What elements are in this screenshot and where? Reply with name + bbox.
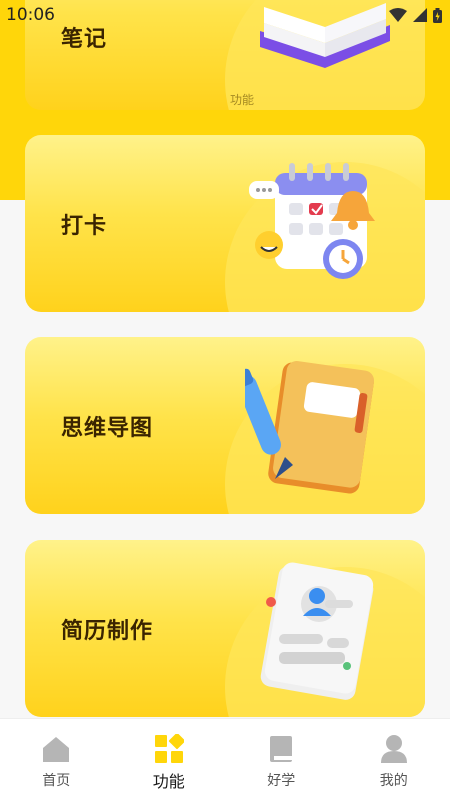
feature-card-label: 打卡: [61, 213, 108, 239]
battery-icon: [433, 7, 442, 23]
calendar-clock-icon: [245, 151, 395, 299]
home-icon: [41, 734, 71, 764]
tab-label: 功能: [152, 772, 185, 791]
tab-label: 我的: [379, 773, 408, 789]
status-icons: [389, 7, 442, 23]
wifi-icon: [389, 8, 407, 22]
feature-card-label: 思维导图: [61, 415, 154, 441]
tab-home[interactable]: 首页: [0, 719, 113, 800]
bottom-tab-bar: 首页 功能 好学 我的: [0, 718, 450, 800]
book-icon: [266, 734, 296, 764]
notebook-pen-icon: [236, 353, 395, 501]
grid-icon: [154, 734, 184, 764]
feature-card-label: 简历制作: [61, 618, 154, 644]
status-bar: 10:06: [0, 0, 450, 30]
user-icon: [379, 734, 409, 764]
tab-label: 首页: [42, 773, 71, 789]
signal-icon: [413, 8, 427, 22]
feature-card-mindmap[interactable]: 思维导图: [25, 337, 425, 514]
feature-list[interactable]: 笔记 功能 打卡 思维导图 简历制作: [0, 0, 450, 718]
status-time: 10:06: [6, 5, 55, 25]
feature-card-checkin[interactable]: 打卡: [25, 135, 425, 312]
tab-label: 好学: [267, 773, 296, 789]
tab-profile[interactable]: 我的: [338, 719, 450, 800]
tab-learn[interactable]: 好学: [225, 719, 338, 800]
resume-document-icon: [245, 556, 395, 704]
tab-features[interactable]: 功能: [113, 719, 226, 800]
feature-card-resume[interactable]: 简历制作: [25, 540, 425, 717]
